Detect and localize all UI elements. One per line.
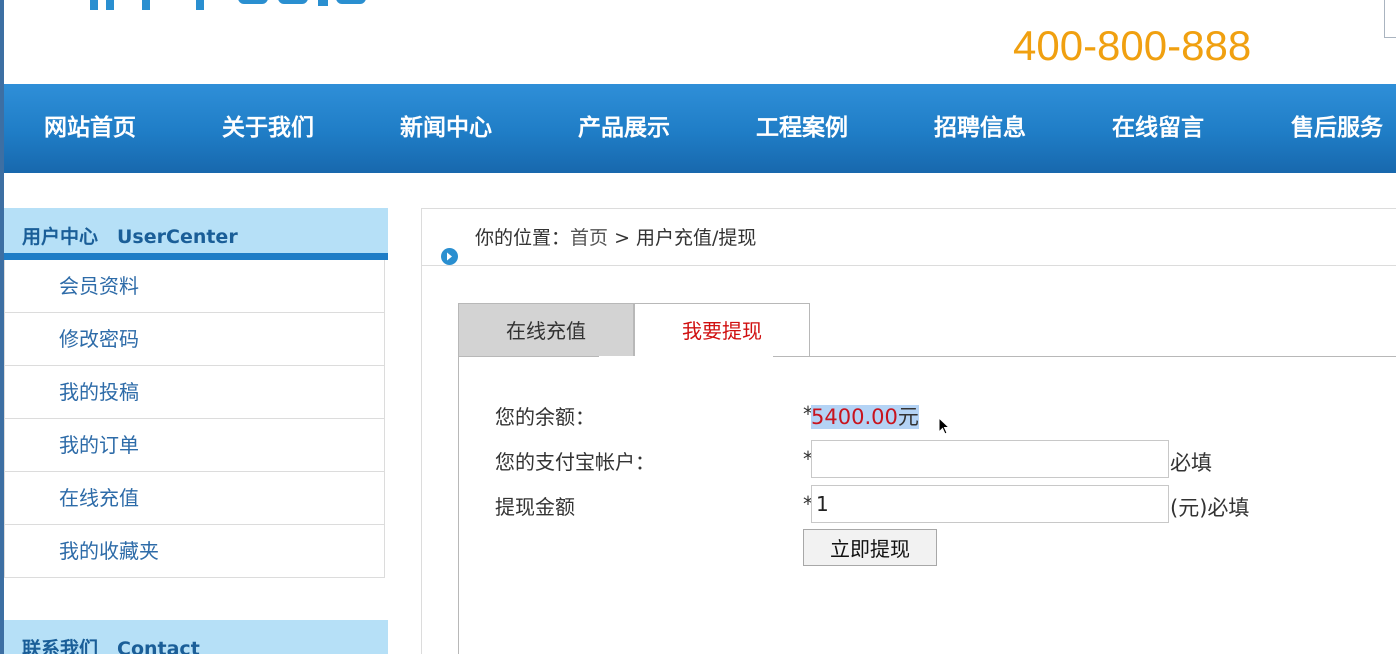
user-center-sidebar: 用户中心 UserCenter 会员资料 修改密码 我的投稿 我的订单 在线充值… <box>4 208 388 578</box>
tab-recharge[interactable]: 在线充值 <box>458 303 634 357</box>
sidebar-menu: 会员资料 修改密码 我的投稿 我的订单 在线充值 我的收藏夹 <box>4 260 385 578</box>
balance-display: 5400.00元 <box>811 401 919 431</box>
amount-hint: (元)必填 <box>1170 496 1250 520</box>
nav-item-home[interactable]: 网站首页 <box>44 84 136 173</box>
withdraw-submit-button[interactable]: 立即提现 <box>803 529 937 566</box>
nav-item-service[interactable]: 售后服务 <box>1291 84 1383 173</box>
nav-item-message[interactable]: 在线留言 <box>1112 84 1204 173</box>
sidebar-item-orders[interactable]: 我的订单 <box>5 419 384 472</box>
alipay-label: 您的支付宝帐户： <box>495 450 655 474</box>
hotline-number: 400-800-888 <box>1013 22 1252 69</box>
mouse-cursor-icon <box>938 416 951 439</box>
amount-label: 提现金额 <box>495 495 575 519</box>
breadcrumb-text: 你的位置：首页 > 用户充值/提现 <box>475 209 756 267</box>
header-side-frame <box>1384 0 1396 38</box>
breadcrumb-home-link[interactable]: 首页 <box>570 227 608 249</box>
balance-value: 5400.00 <box>811 405 898 429</box>
sidebar-item-profile[interactable]: 会员资料 <box>5 260 384 313</box>
main-content: 你的位置：首页 > 用户充值/提现 在线充值 我要提现 您的余额： * 5400… <box>421 208 1396 654</box>
alipay-account-input[interactable] <box>811 440 1169 478</box>
arrow-circle-icon <box>441 230 458 265</box>
alipay-hint: 必填 <box>1170 451 1212 475</box>
nav-item-news[interactable]: 新闻中心 <box>400 84 492 173</box>
breadcrumb-prefix: 你的位置： <box>475 227 571 249</box>
breadcrumb-separator: > <box>608 227 637 249</box>
nav-item-jobs[interactable]: 招聘信息 <box>934 84 1026 173</box>
nav-item-about[interactable]: 关于我们 <box>222 84 314 173</box>
breadcrumb-current: 用户充值/提现 <box>636 227 757 249</box>
balance-label: 您的余额： <box>495 405 595 429</box>
main-nav: 网站首页 关于我们 新闻中心 产品展示 工程案例 招聘信息 在线留言 售后服务 <box>4 84 1396 173</box>
breadcrumb: 你的位置：首页 > 用户充值/提现 <box>422 209 1396 266</box>
sidebar-item-change-password[interactable]: 修改密码 <box>5 313 384 366</box>
sidebar-title: 用户中心 UserCenter <box>4 208 388 260</box>
balance-unit: 元 <box>897 405 919 429</box>
sidebar-item-submissions[interactable]: 我的投稿 <box>5 366 384 419</box>
site-logo[interactable] <box>88 0 378 12</box>
sidebar-item-favorites[interactable]: 我的收藏夹 <box>5 525 384 578</box>
sidebar-item-recharge[interactable]: 在线充值 <box>5 472 384 525</box>
contact-title: 联系我们 Contact <box>4 620 388 654</box>
nav-item-products[interactable]: 产品展示 <box>578 84 670 173</box>
nav-item-cases[interactable]: 工程案例 <box>756 84 848 173</box>
site-header: 400-800-888 <box>4 0 1396 84</box>
withdraw-amount-input[interactable] <box>811 485 1169 523</box>
tab-withdraw[interactable]: 我要提现 <box>634 303 810 357</box>
active-tab-join <box>599 356 773 358</box>
